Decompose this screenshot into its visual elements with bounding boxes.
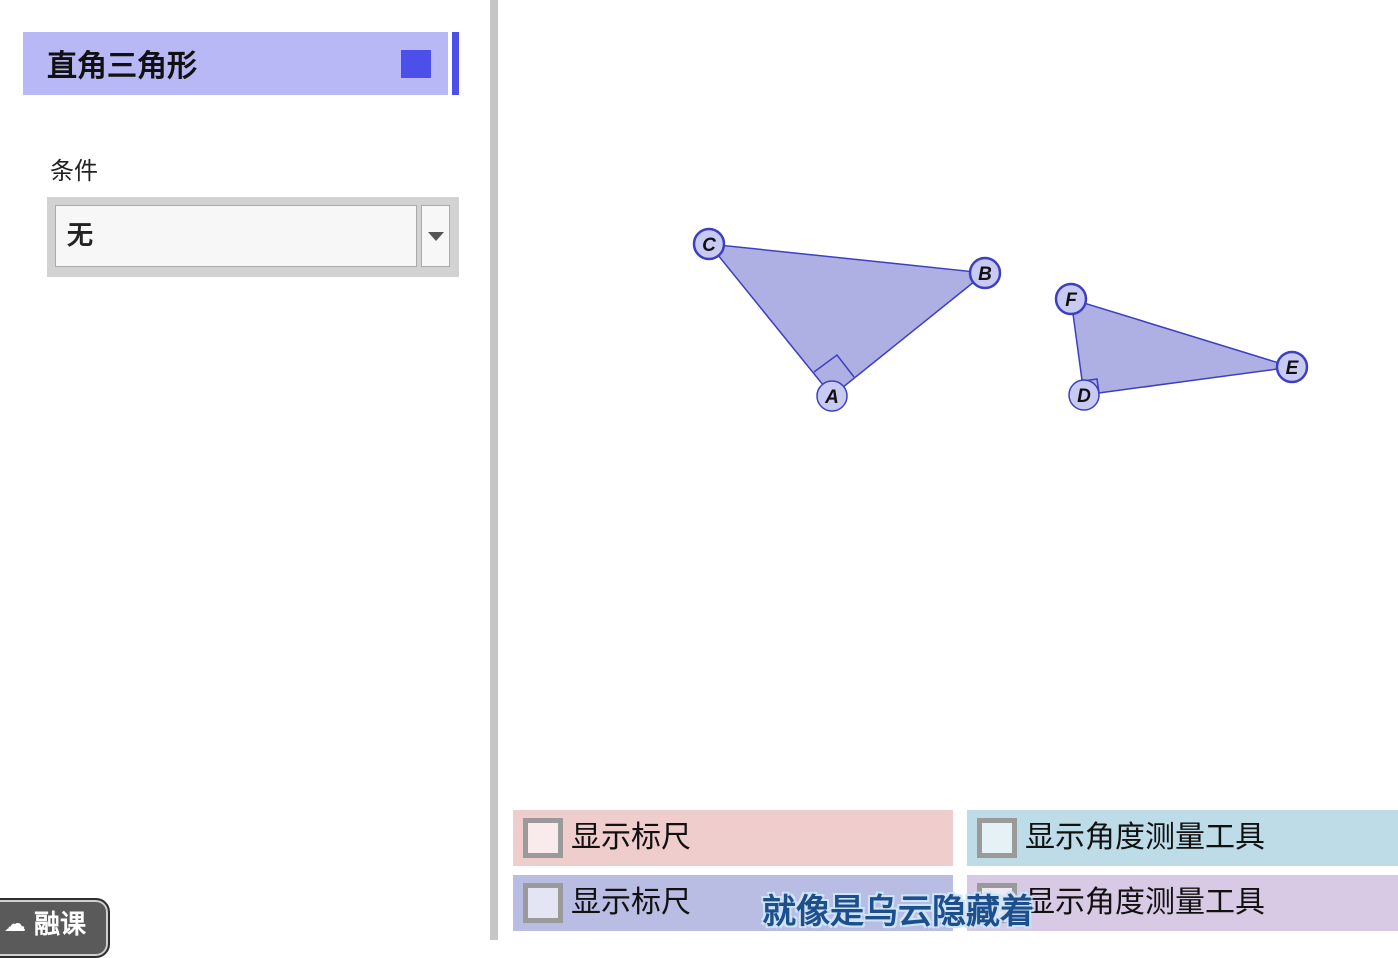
- svg-text:F: F: [1065, 290, 1078, 311]
- object-item-right-triangle[interactable]: 直角三角形: [23, 32, 448, 95]
- condition-dropdown-field[interactable]: 无: [55, 205, 417, 267]
- object-label: 直角三角形: [47, 49, 197, 84]
- video-subtitle: 就像是乌云隐藏着: [762, 892, 1034, 932]
- svg-text:E: E: [1286, 358, 1300, 379]
- point-f[interactable]: F: [1054, 282, 1088, 316]
- chevron-down-icon[interactable]: [421, 205, 450, 267]
- point-a[interactable]: A: [816, 380, 848, 412]
- point-c[interactable]: C: [692, 227, 726, 261]
- checkbox-ruler-2-label: 显示标尺: [571, 885, 691, 920]
- checkbox-protractor-2-label: 显示角度测量工具: [1025, 885, 1265, 920]
- point-e[interactable]: E: [1275, 350, 1309, 384]
- checkbox-protractor-1-label: 显示角度测量工具: [1025, 820, 1265, 855]
- triangle-abc[interactable]: [707, 243, 987, 398]
- condition-label: 条件: [50, 157, 98, 185]
- checkbox-ruler-1-label: 显示标尺: [571, 820, 691, 855]
- checkbox-ruler-1[interactable]: [523, 818, 563, 858]
- brand-text: 融课: [34, 910, 87, 940]
- brand-badge: ☁ 融课: [0, 898, 110, 958]
- graphics-view[interactable]: C B A F E D 显示标尺 显示角度测量工具 显示标尺 显示角度测量工具: [498, 0, 1398, 940]
- svg-text:D: D: [1077, 386, 1091, 407]
- checkbox-show-protractor-1[interactable]: 显示角度测量工具: [967, 810, 1398, 866]
- selection-marker: [452, 32, 459, 95]
- condition-dropdown[interactable]: 无: [47, 197, 459, 277]
- svg-text:A: A: [824, 387, 839, 408]
- point-d[interactable]: D: [1068, 379, 1100, 411]
- svg-text:B: B: [978, 264, 992, 285]
- checkbox-protractor-1[interactable]: [977, 818, 1017, 858]
- checkbox-ruler-2[interactable]: [523, 883, 563, 923]
- geometry-canvas[interactable]: C B A F E D: [498, 0, 1398, 940]
- triangle-def[interactable]: [1070, 297, 1293, 396]
- svg-text:C: C: [702, 235, 716, 256]
- panel-splitter[interactable]: [490, 0, 498, 940]
- cloud-icon: ☁: [4, 912, 26, 937]
- object-color-swatch[interactable]: [401, 50, 431, 78]
- point-b[interactable]: B: [968, 256, 1002, 290]
- condition-dropdown-value: 无: [67, 221, 94, 251]
- algebra-panel: 直角三角形 条件 无 ☁ 融课: [0, 0, 490, 958]
- checkbox-show-ruler-1[interactable]: 显示标尺: [513, 810, 953, 866]
